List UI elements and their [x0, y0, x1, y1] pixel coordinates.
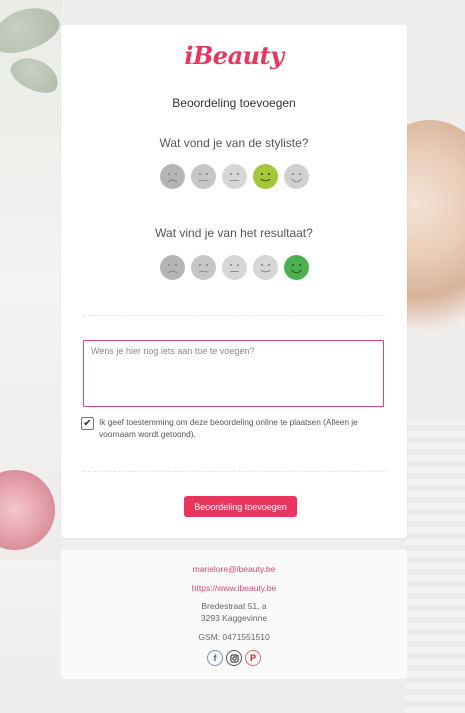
result-face-5[interactable]	[283, 255, 309, 280]
comment-textarea[interactable]	[83, 340, 384, 407]
stylist-question: Wat vond je van de styliste?	[159, 136, 309, 150]
review-card: iBeauty Beoordeling toevoegen Wat vond j…	[61, 25, 407, 538]
submit-review-button[interactable]: Beoordeling toevoegen	[184, 496, 297, 517]
stylist-face-3[interactable]	[221, 164, 247, 189]
result-face-3[interactable]	[221, 255, 247, 280]
consent-row: ✔ Ik geef toestemming om deze beoordelin…	[81, 416, 386, 440]
social-links: f P	[61, 650, 407, 666]
facebook-icon[interactable]: f	[207, 650, 223, 666]
instagram-icon[interactable]	[226, 650, 242, 666]
stylist-face-5[interactable]	[283, 164, 309, 189]
address-line-1: Bredestraat 51, a	[201, 601, 267, 611]
divider	[83, 471, 385, 472]
result-face-1[interactable]	[159, 255, 185, 280]
consent-checkbox[interactable]: ✔	[81, 417, 94, 430]
stylist-face-1[interactable]	[159, 164, 185, 189]
stylist-rating	[61, 164, 407, 189]
email-link[interactable]: marielore@ibeauty.be	[61, 564, 407, 574]
stylist-face-2[interactable]	[190, 164, 216, 189]
address-line-2: 3293 Kaggevinne	[200, 613, 268, 623]
result-rating	[61, 255, 407, 280]
divider	[83, 315, 385, 316]
result-question: Wat vind je van het resultaat?	[155, 226, 313, 240]
consent-label: Ik geef toestemming om deze beoordeling …	[99, 417, 358, 439]
result-face-4[interactable]	[252, 255, 278, 280]
stylist-face-4[interactable]	[252, 164, 278, 189]
result-face-2[interactable]	[190, 255, 216, 280]
website-link[interactable]: https://www.ibeauty.be	[61, 583, 407, 593]
form-title: Beoordeling toevoegen	[172, 96, 296, 110]
contact-footer: marielore@ibeauty.be https://www.ibeauty…	[61, 550, 407, 679]
ibeauty-logo: iBeauty	[184, 41, 284, 70]
pinterest-icon[interactable]: P	[245, 650, 261, 666]
phone-number: GSM: 0471551510	[198, 632, 270, 642]
